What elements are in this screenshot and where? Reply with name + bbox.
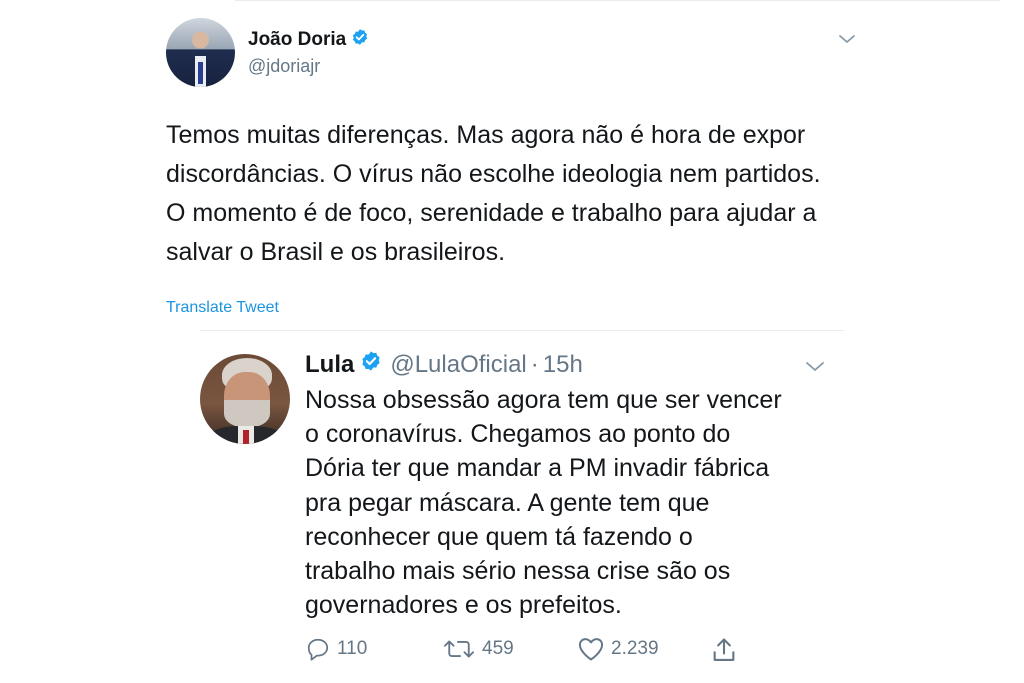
main-tweet-author-name[interactable]: João Doria: [248, 29, 346, 51]
chevron-down-icon[interactable]: [805, 360, 825, 373]
divider: [200, 330, 844, 331]
reply-button[interactable]: 110: [305, 636, 367, 662]
main-tweet-handle[interactable]: @jdoriajr: [248, 56, 320, 77]
share-icon: [713, 638, 735, 661]
like-count: 2.239: [611, 638, 659, 659]
avatar-tie: [243, 430, 249, 444]
verified-badge-icon: [360, 350, 382, 379]
retweet-count: 459: [482, 638, 514, 659]
reply-avatar[interactable]: [200, 354, 290, 444]
reply-tweet-header: Lula @LulaOficial · 15h: [305, 350, 583, 379]
avatar[interactable]: [166, 18, 235, 87]
main-tweet-header: João Doria: [248, 28, 369, 51]
avatar-tie: [198, 62, 203, 84]
translate-tweet-link[interactable]: Translate Tweet: [166, 299, 279, 317]
reply-icon: [307, 638, 329, 661]
top-divider: [235, 0, 1000, 1]
reply-count: 110: [337, 638, 368, 659]
retweet-button[interactable]: 459: [442, 636, 514, 662]
retweet-icon: [443, 640, 475, 658]
reply-tweet-text: Nossa obsessão agora tem que ser vencer …: [305, 386, 782, 620]
verified-badge-icon: [351, 28, 369, 51]
separator-dot: ·: [530, 350, 539, 378]
tweet-action-bar: 110 459 2.239: [305, 636, 765, 666]
share-button[interactable]: [710, 636, 744, 664]
heart-icon: [578, 638, 604, 661]
main-tweet-text: Temos muitas diferenças. Mas agora não é…: [166, 121, 821, 266]
like-button[interactable]: 2.239: [577, 636, 659, 662]
reply-tweet-handle[interactable]: @LulaOficial: [390, 351, 526, 379]
reply-tweet-author-name[interactable]: Lula: [305, 351, 354, 379]
reply-tweet-timestamp[interactable]: 15h: [543, 351, 583, 379]
chevron-down-icon[interactable]: [838, 33, 856, 45]
avatar-beard: [224, 400, 270, 428]
